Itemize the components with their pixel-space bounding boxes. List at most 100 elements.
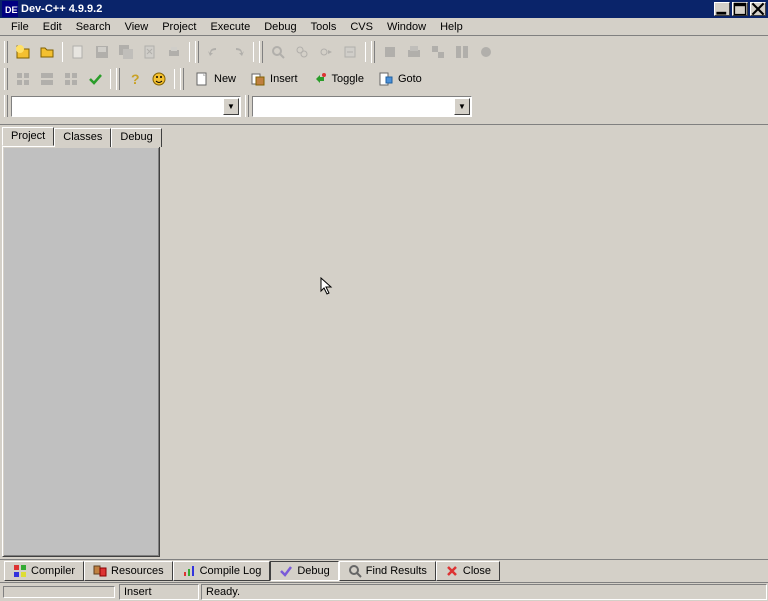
toggle-button[interactable]: Toggle: [305, 67, 371, 91]
toolbar-row-3: ▼ ▼: [2, 93, 766, 119]
save-button[interactable]: [90, 40, 114, 64]
replace-button[interactable]: [290, 40, 314, 64]
insert-button[interactable]: Insert: [243, 67, 305, 91]
btm-tab-compile-log[interactable]: Compile Log: [173, 561, 271, 581]
print-button[interactable]: [162, 40, 186, 64]
debug-button[interactable]: [474, 40, 498, 64]
side-tabs: Project Classes Debug: [2, 127, 160, 146]
undo-button[interactable]: [202, 40, 226, 64]
toggle-label: Toggle: [332, 73, 364, 85]
new-project-button[interactable]: [11, 40, 35, 64]
mouse-cursor-icon: [320, 277, 336, 297]
btm-tab-close[interactable]: Close: [436, 561, 500, 581]
svg-text:DEV: DEV: [5, 5, 18, 15]
btm-tab-label: Resources: [111, 565, 164, 577]
run-button[interactable]: [402, 40, 426, 64]
project-tree[interactable]: [2, 146, 160, 557]
btm-tab-label: Compile Log: [200, 565, 262, 577]
menu-edit[interactable]: Edit: [36, 20, 69, 34]
tab-project[interactable]: Project: [2, 127, 54, 146]
tb-grid1-button[interactable]: [11, 67, 35, 91]
toolbar-grip[interactable]: [4, 95, 8, 117]
toolbar-grip[interactable]: [245, 95, 249, 117]
window-controls: [712, 2, 766, 16]
minimize-button[interactable]: [714, 2, 730, 16]
combo-right[interactable]: ▼: [252, 96, 472, 117]
menu-help[interactable]: Help: [433, 20, 470, 34]
goto-button[interactable]: Goto: [371, 67, 429, 91]
menu-tools[interactable]: Tools: [304, 20, 344, 34]
open-project-button[interactable]: [35, 40, 59, 64]
status-message: Ready.: [201, 584, 767, 600]
status-bar: Insert Ready.: [0, 583, 768, 601]
toolbar-grip[interactable]: [116, 68, 120, 90]
status-insert-mode: Insert: [119, 584, 199, 600]
progress-bar: [3, 586, 115, 598]
tb-grid3-button[interactable]: [59, 67, 83, 91]
toolbar-grip[interactable]: [180, 68, 184, 90]
debug-check-icon: [279, 564, 293, 578]
new-file-icon: [194, 71, 210, 87]
btm-tab-find-results[interactable]: Find Results: [339, 561, 436, 581]
close-file-button[interactable]: [138, 40, 162, 64]
new-button[interactable]: New: [187, 67, 243, 91]
btm-tab-compiler[interactable]: Compiler: [4, 561, 84, 581]
menu-project[interactable]: Project: [155, 20, 203, 34]
tb-grid2-button[interactable]: [35, 67, 59, 91]
menu-execute[interactable]: Execute: [203, 20, 257, 34]
compiler-icon: [13, 564, 27, 578]
menu-cvs[interactable]: CVS: [343, 20, 380, 34]
close-icon: [445, 564, 459, 578]
redo-button[interactable]: [226, 40, 250, 64]
new-file-button[interactable]: [66, 40, 90, 64]
rebuild-button[interactable]: [450, 40, 474, 64]
insert-icon: [250, 71, 266, 87]
combo-left[interactable]: ▼: [11, 96, 241, 117]
title-bar: DEV Dev-C++ 4.9.9.2: [0, 0, 768, 18]
editor-area[interactable]: [162, 125, 768, 559]
btm-tab-resources[interactable]: Resources: [84, 561, 173, 581]
btm-tab-debug[interactable]: Debug: [270, 561, 338, 581]
maximize-button[interactable]: [732, 2, 748, 16]
compile-run-button[interactable]: [426, 40, 450, 64]
goto-line-button[interactable]: [338, 40, 362, 64]
bottom-tabs: Compiler Resources Compile Log Debug Fin…: [0, 559, 768, 583]
tab-debug[interactable]: Debug: [111, 128, 161, 147]
dropdown-arrow-icon[interactable]: ▼: [223, 98, 239, 115]
toolbar-row-1: [2, 39, 766, 65]
toolbar-grip[interactable]: [371, 41, 375, 63]
insert-label: Insert: [270, 73, 298, 85]
side-panel: Project Classes Debug: [0, 125, 162, 559]
dropdown-arrow-icon[interactable]: ▼: [454, 98, 470, 115]
app-icon: DEV: [2, 1, 18, 17]
toolbar-row-2: ? New Insert Toggle Goto: [2, 66, 766, 92]
window-title: Dev-C++ 4.9.9.2: [21, 3, 102, 15]
check-button[interactable]: [83, 67, 107, 91]
menu-debug[interactable]: Debug: [257, 20, 303, 34]
save-all-button[interactable]: [114, 40, 138, 64]
tab-classes[interactable]: Classes: [54, 128, 111, 147]
menu-view[interactable]: View: [118, 20, 156, 34]
menu-search[interactable]: Search: [69, 20, 118, 34]
find-button[interactable]: [266, 40, 290, 64]
toolbar-grip[interactable]: [259, 41, 263, 63]
find-next-button[interactable]: [314, 40, 338, 64]
about-button[interactable]: [147, 67, 171, 91]
btm-tab-label: Debug: [297, 565, 329, 577]
compile-button[interactable]: [378, 40, 402, 64]
toolbar-grip[interactable]: [4, 41, 8, 63]
search-icon: [348, 564, 362, 578]
menu-window[interactable]: Window: [380, 20, 433, 34]
goto-label: Goto: [398, 73, 422, 85]
toolbar-grip[interactable]: [4, 68, 8, 90]
toolbar-area: ? New Insert Toggle Goto ▼ ▼: [0, 36, 768, 125]
btm-tab-label: Find Results: [366, 565, 427, 577]
menu-bar: File Edit Search View Project Execute De…: [0, 18, 768, 36]
help-button[interactable]: ?: [123, 67, 147, 91]
btm-tab-label: Close: [463, 565, 491, 577]
menu-file[interactable]: File: [4, 20, 36, 34]
toolbar-grip[interactable]: [195, 41, 199, 63]
close-button[interactable]: [750, 2, 766, 16]
goto-icon: [378, 71, 394, 87]
workspace: Project Classes Debug: [0, 125, 768, 559]
